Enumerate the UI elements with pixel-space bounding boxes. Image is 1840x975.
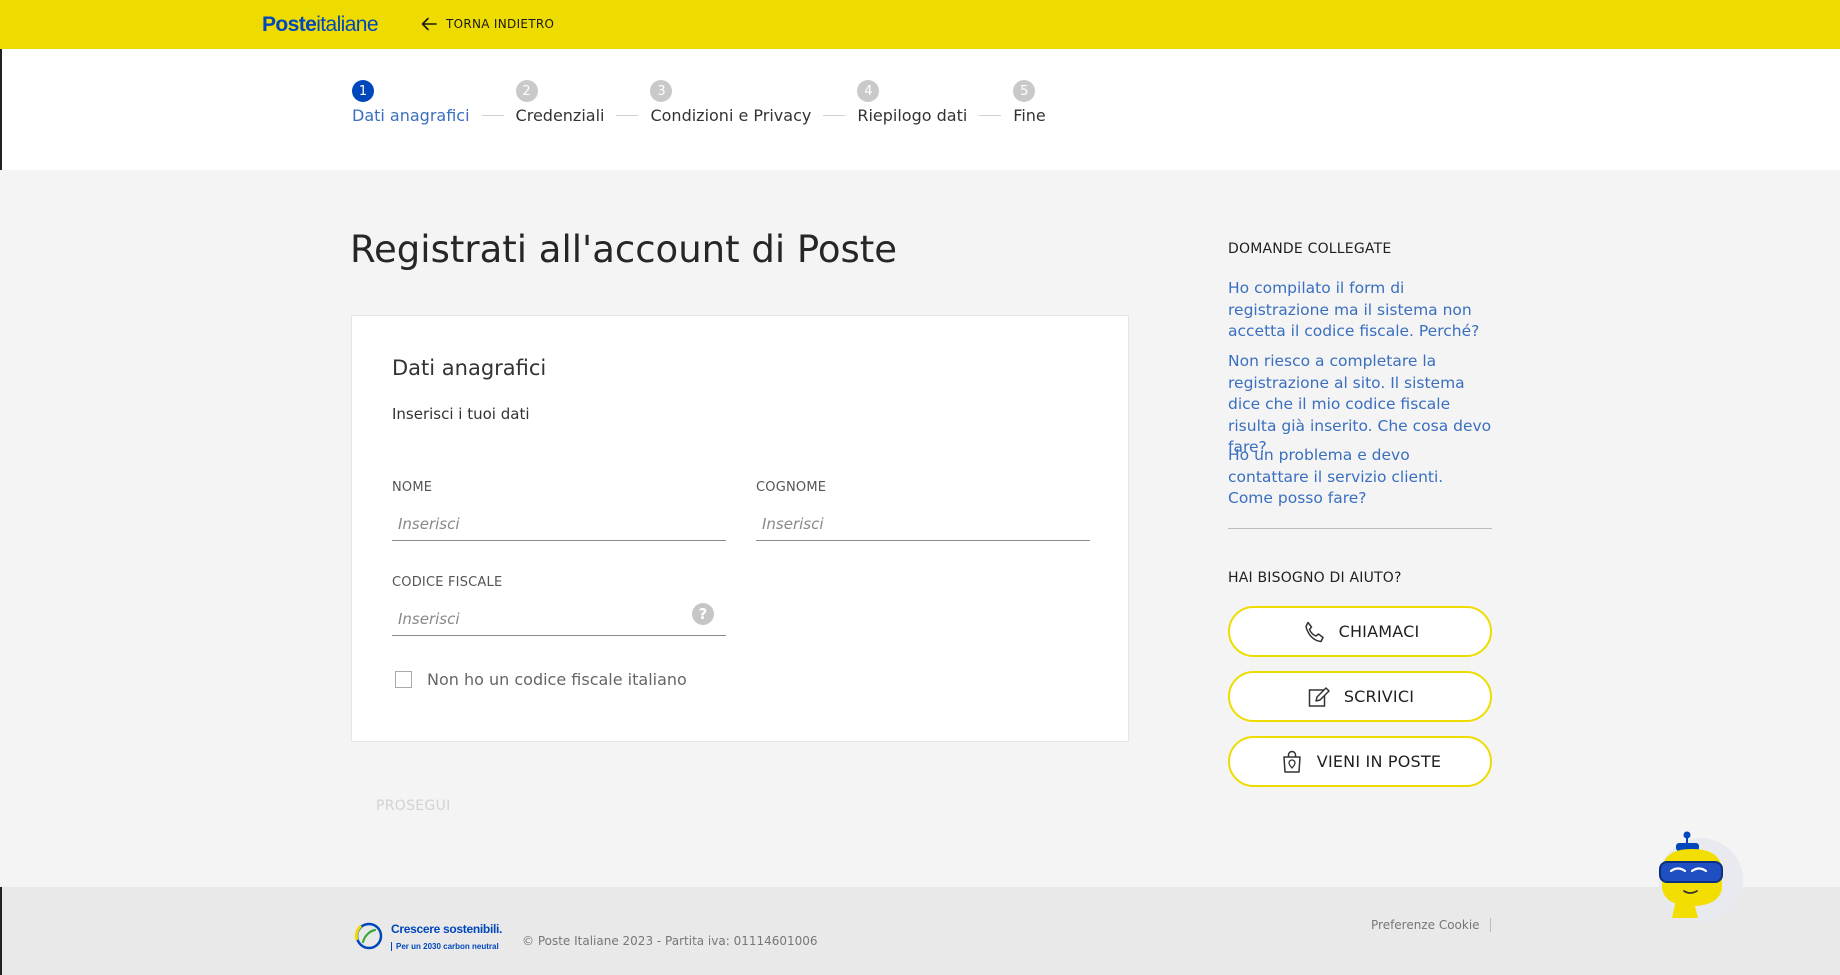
sustainability-subtitle: Per un 2030 carbon neutral <box>391 941 502 951</box>
visit-button[interactable]: VIENI IN POSTE <box>1228 736 1492 787</box>
step-separator <box>616 115 639 116</box>
faq-heading: DOMANDE COLLEGATE <box>1228 241 1392 257</box>
sustainability-title: Crescere sostenibili. <box>391 921 503 936</box>
nome-field: NOME <box>392 480 726 541</box>
step-label: Riepilogo dati <box>857 106 968 125</box>
edit-icon <box>1308 686 1330 707</box>
back-label: TORNA INDIETRO <box>446 17 555 31</box>
step-credenziali: 2 Credenziali <box>515 80 605 125</box>
card-subtitle: Inserisci i tuoi dati <box>392 405 530 423</box>
step-number: 5 <box>1013 80 1036 102</box>
nome-input[interactable] <box>392 508 726 541</box>
step-label: Fine <box>1013 106 1046 125</box>
codice-fiscale-label: CODICE FISCALE <box>392 575 503 590</box>
faq-link[interactable]: Ho un problema e devo contattare il serv… <box>1228 445 1492 510</box>
call-button[interactable]: CHIAMACI <box>1228 606 1492 657</box>
no-italian-cf-checkbox[interactable] <box>395 671 412 688</box>
step-separator <box>481 115 504 116</box>
codice-fiscale-field: CODICE FISCALE ? <box>392 575 726 636</box>
chatbot-robot-icon[interactable] <box>1654 828 1744 926</box>
no-italian-cf-checkbox-row[interactable]: Non ho un codice fiscale italiano <box>395 670 687 689</box>
question-mark-icon[interactable]: ? <box>692 603 714 625</box>
prosegui-button[interactable]: PROSEGUI <box>376 798 451 814</box>
stepper-section: 1 Dati anagrafici 2 Credenziali 3 Condiz… <box>0 49 1840 170</box>
help-heading: HAI BISOGNO DI AIUTO? <box>1228 570 1402 586</box>
step-number: 1 <box>352 80 374 102</box>
step-dati-anagrafici: 1 Dati anagrafici <box>352 80 470 125</box>
nome-label: NOME <box>392 480 433 495</box>
card-title: Dati anagrafici <box>392 356 547 380</box>
step-separator <box>823 115 846 116</box>
step-number: 3 <box>650 80 673 102</box>
footer <box>0 887 1840 975</box>
cognome-label: COGNOME <box>756 480 827 495</box>
step-riepilogo-dati: 4 Riepilogo dati <box>857 80 967 125</box>
call-label: CHIAMACI <box>1338 622 1420 641</box>
cookie-preferences-link[interactable]: Preferenze Cookie <box>1371 918 1491 932</box>
checkbox-label: Non ho un codice fiscale italiano <box>427 670 687 689</box>
top-bar: Posteitaliane TORNA INDIETRO <box>0 0 1840 49</box>
visit-label: VIENI IN POSTE <box>1316 752 1442 771</box>
faq-link[interactable]: Non riesco a completare la registrazione… <box>1228 351 1492 459</box>
sustainability-leaf-icon <box>354 922 383 950</box>
arrow-left-icon <box>421 17 437 31</box>
faq-link[interactable]: Ho compilato il form di registrazione ma… <box>1228 278 1492 343</box>
cognome-input[interactable] <box>756 508 1090 541</box>
step-label: Dati anagrafici <box>352 106 470 125</box>
step-label: Condizioni e Privacy <box>650 106 812 125</box>
step-condizioni-privacy: 3 Condizioni e Privacy <box>650 80 811 125</box>
step-number: 2 <box>515 80 538 102</box>
phone-icon <box>1304 621 1324 642</box>
write-button[interactable]: SCRIVICI <box>1228 671 1492 722</box>
write-label: SCRIVICI <box>1343 687 1415 706</box>
step-number: 4 <box>857 80 880 102</box>
codice-fiscale-input[interactable] <box>392 603 726 636</box>
copyright-text: © Poste Italiane 2023 - Partita iva: 011… <box>522 934 818 948</box>
sidebar-divider <box>1228 528 1492 529</box>
step-label: Credenziali <box>515 106 605 125</box>
step-separator <box>979 115 1002 116</box>
step-fine: 5 Fine <box>1013 80 1046 125</box>
page-title: Registrati all'account di Poste <box>350 228 898 271</box>
sustainability-badge: Crescere sostenibili. Per un 2030 carbon… <box>353 920 502 952</box>
stepper: 1 Dati anagrafici 2 Credenziali 3 Condiz… <box>352 80 1046 125</box>
registration-form-card: Dati anagrafici Inserisci i tuoi dati NO… <box>351 315 1129 742</box>
poste-italiane-logo[interactable]: Posteitaliane <box>262 13 379 37</box>
shopping-bag-location-icon <box>1283 750 1301 773</box>
cognome-field: COGNOME <box>756 480 1090 541</box>
back-button[interactable]: TORNA INDIETRO <box>419 14 554 34</box>
